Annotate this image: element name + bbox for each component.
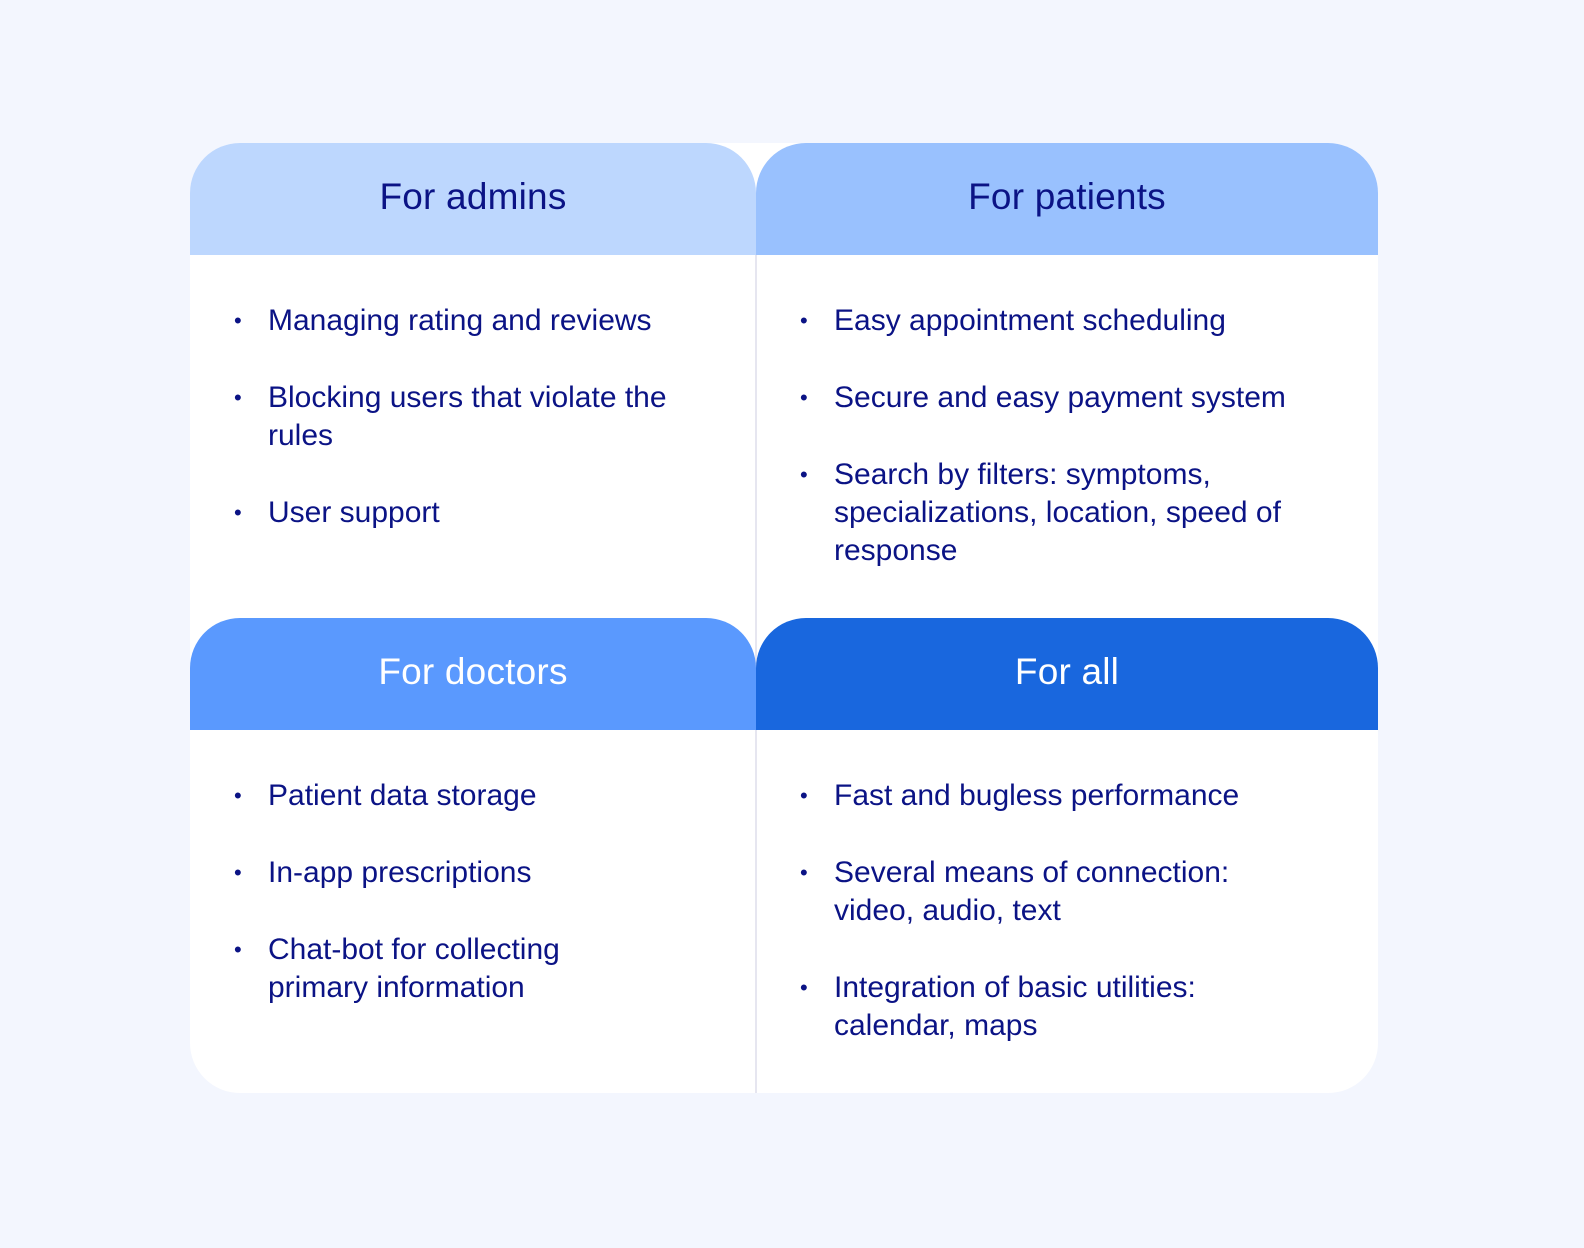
list-item-text: Blocking users that violate the rules <box>268 381 667 452</box>
list-item-text: Integration of basic utilities: calendar… <box>834 971 1196 1042</box>
list-item-text: Secure and easy payment system <box>834 381 1286 414</box>
bullet-icon: • <box>234 937 242 962</box>
list-item: • Chat-bot for collecting primary inform… <box>234 931 704 1007</box>
list-item-text: In-app prescriptions <box>268 856 532 889</box>
feature-list-all: • Fast and bugless performance • Several… <box>800 777 1310 1084</box>
section-header-doctors: For doctors <box>190 618 756 730</box>
feature-list-admins: • Managing rating and reviews • Blocking… <box>234 302 704 571</box>
bullet-icon: • <box>800 860 808 885</box>
list-item-text: Patient data storage <box>268 779 537 812</box>
list-item: • Easy appointment scheduling <box>800 302 1310 340</box>
section-header-admins: For admins <box>190 143 756 255</box>
section-header-patients: For patients <box>756 143 1378 255</box>
list-item-text: Chat-bot for collecting primary informat… <box>268 933 560 1004</box>
bullet-icon: • <box>234 308 242 333</box>
list-item: • Several means of connection: video, au… <box>800 854 1310 930</box>
list-item-text: Several means of connection: video, audi… <box>834 856 1230 927</box>
section-title-doctors: For doctors <box>378 651 568 692</box>
list-item: • Secure and easy payment system <box>800 379 1310 417</box>
bullet-icon: • <box>234 860 242 885</box>
bullet-icon: • <box>234 385 242 410</box>
list-item-text: Managing rating and reviews <box>268 304 652 337</box>
bullet-icon: • <box>800 975 808 1000</box>
bullet-icon: • <box>234 500 242 525</box>
feature-list-patients: • Easy appointment scheduling • Secure a… <box>800 302 1310 609</box>
list-item: • Blocking users that violate the rules <box>234 379 704 455</box>
bullet-icon: • <box>800 462 808 487</box>
section-header-all: For all <box>756 618 1378 730</box>
list-item-text: Search by filters: symptoms, specializat… <box>834 458 1281 567</box>
list-item-text: Easy appointment scheduling <box>834 304 1226 337</box>
list-item: • Managing rating and reviews <box>234 302 704 340</box>
bullet-icon: • <box>800 308 808 333</box>
list-item: • Patient data storage <box>234 777 704 815</box>
section-title-admins: For admins <box>379 176 567 217</box>
section-title-all: For all <box>1014 651 1120 692</box>
list-item: • In-app prescriptions <box>234 854 704 892</box>
list-item: • Integration of basic utilities: calend… <box>800 969 1310 1045</box>
bullet-icon: • <box>234 783 242 808</box>
section-title-patients: For patients <box>968 176 1166 217</box>
list-item-text: User support <box>268 496 440 529</box>
list-item: • Search by filters: symptoms, specializ… <box>800 456 1310 570</box>
bullet-icon: • <box>800 783 808 808</box>
bullet-icon: • <box>800 385 808 410</box>
feature-list-doctors: • Patient data storage • In-app prescrip… <box>234 777 704 1046</box>
list-item: • Fast and bugless performance <box>800 777 1310 815</box>
list-item: • User support <box>234 494 704 532</box>
list-item-text: Fast and bugless performance <box>834 779 1240 812</box>
